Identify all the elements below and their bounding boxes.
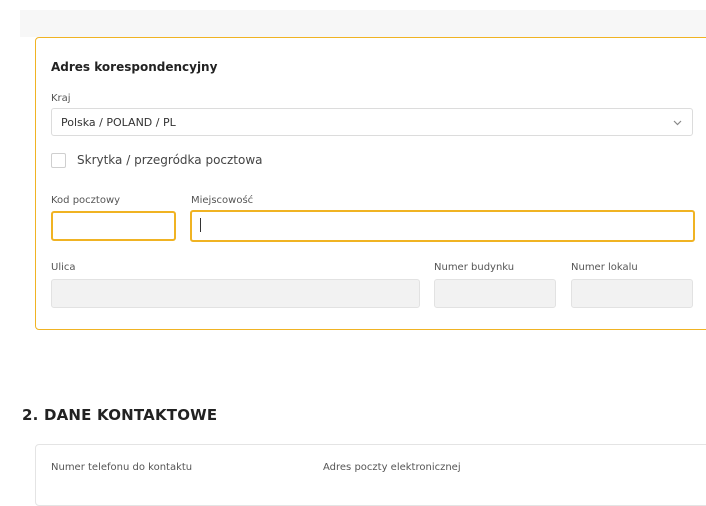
postal-code-label: Kod pocztowy bbox=[51, 195, 121, 206]
card-title: Adres korespondencyjny bbox=[51, 60, 218, 74]
correspondence-address-card: Adres korespondencyjny Kraj Polska / POL… bbox=[35, 37, 706, 330]
po-box-checkbox-label: Skrytka / przegródka pocztowa bbox=[77, 153, 263, 167]
postal-code-input[interactable] bbox=[51, 211, 176, 241]
building-number-label: Numer budynku bbox=[434, 262, 515, 273]
top-background-band bbox=[20, 10, 706, 37]
phone-label: Numer telefonu do kontaktu bbox=[51, 462, 193, 473]
city-label: Miejscowość bbox=[191, 195, 254, 206]
email-label: Adres poczty elektronicznej bbox=[323, 462, 461, 473]
apartment-number-input[interactable] bbox=[571, 279, 693, 308]
contact-details-card: Numer telefonu do kontaktu Adres poczty … bbox=[35, 444, 706, 506]
country-selected-value: Polska / POLAND / PL bbox=[61, 116, 176, 129]
text-caret bbox=[200, 218, 201, 232]
contact-section-title: 2. DANE KONTAKTOWE bbox=[22, 406, 218, 424]
country-label: Kraj bbox=[51, 93, 71, 104]
street-label: Ulica bbox=[51, 262, 76, 273]
chevron-down-icon bbox=[673, 120, 682, 126]
street-input[interactable] bbox=[51, 279, 420, 308]
apartment-number-label: Numer lokalu bbox=[571, 262, 638, 273]
country-select[interactable]: Polska / POLAND / PL bbox=[51, 108, 693, 136]
po-box-checkbox[interactable] bbox=[51, 153, 66, 168]
building-number-input[interactable] bbox=[434, 279, 556, 308]
city-input[interactable] bbox=[190, 210, 695, 242]
